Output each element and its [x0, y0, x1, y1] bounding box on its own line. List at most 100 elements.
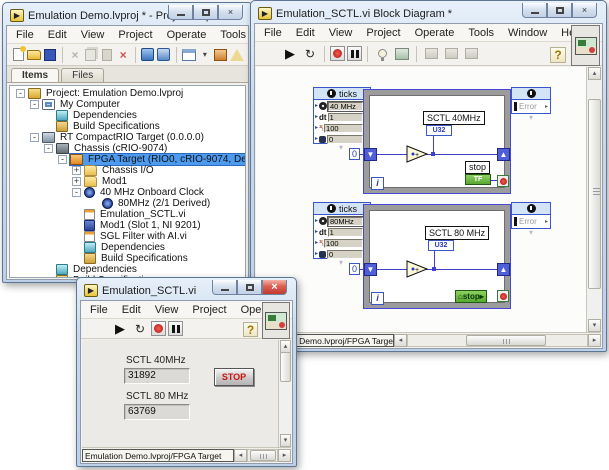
- tree-item-my-computer[interactable]: -My Computer: [10, 99, 245, 110]
- vertical-scrollbar[interactable]: ▴ ▾: [278, 340, 291, 447]
- menu-operate[interactable]: Operate: [160, 27, 214, 42]
- scroll-down-button[interactable]: ▾: [588, 319, 601, 332]
- menu-file[interactable]: File: [83, 302, 115, 317]
- delete-icon[interactable]: ×: [116, 46, 130, 63]
- tree-item-80mhz-derived[interactable]: 80MHz (2/1 Derived): [10, 198, 245, 209]
- clock-select-value[interactable]: 80MHz: [328, 217, 363, 226]
- indicator-value-80mhz[interactable]: 63769: [124, 404, 190, 420]
- menu-view[interactable]: View: [322, 25, 360, 40]
- block-diagram-canvas[interactable]: ticks ▸40 MHz ▸dt1 ▸³²₁100 ▸0 ▾ 0 ▼ ▲: [256, 67, 601, 332]
- abort-execution-icon[interactable]: [151, 321, 166, 336]
- offset-value[interactable]: 0: [327, 250, 363, 259]
- project-explorer-titlebar[interactable]: ▶ Emulation Demo.lvproj * - Project Expl…: [6, 6, 249, 25]
- vi-icon[interactable]: [262, 302, 290, 339]
- step-over-icon[interactable]: [442, 45, 460, 62]
- close-button[interactable]: ×: [262, 280, 287, 295]
- shift-register-right[interactable]: ▲: [497, 148, 510, 161]
- properties-icon[interactable]: [214, 46, 228, 63]
- tree-item-build-specifications[interactable]: Build Specifications: [10, 121, 245, 132]
- cut-icon[interactable]: ×: [68, 46, 82, 63]
- run-continuously-icon[interactable]: ↻: [301, 45, 319, 62]
- increment-node[interactable]: +: [406, 260, 428, 278]
- vertical-scrollbar[interactable]: ▴ ▾: [586, 67, 601, 332]
- loop-condition-terminal[interactable]: [497, 290, 509, 302]
- tree-item-mod1-folder[interactable]: +Mod1: [10, 176, 245, 187]
- shift-register-left[interactable]: ▼: [364, 148, 377, 161]
- scroll-right-button[interactable]: ▸: [278, 449, 291, 462]
- vertical-scroll-thumb[interactable]: [280, 352, 291, 382]
- run-icon[interactable]: ▶: [281, 45, 299, 62]
- stop-boolean-terminal[interactable]: TF: [465, 174, 491, 185]
- increment-node[interactable]: +: [406, 145, 428, 163]
- tree-item-project[interactable]: -Project: Emulation Demo.lvproj: [10, 88, 245, 99]
- copy-icon[interactable]: [84, 46, 98, 63]
- run-continuously-icon[interactable]: ↻: [131, 320, 149, 337]
- tree-item-dependencies[interactable]: Dependencies: [10, 110, 245, 121]
- block-diagram-titlebar[interactable]: ▶ Emulation_SCTL.vi Block Diagram * ×: [254, 4, 603, 23]
- tree-item-mod1-slot1[interactable]: Mod1 (Slot 1, NI 9201): [10, 220, 245, 231]
- pause-icon[interactable]: [347, 46, 362, 61]
- loop-condition-terminal[interactable]: [497, 175, 509, 187]
- menu-window[interactable]: Window: [501, 25, 554, 40]
- scroll-down-button[interactable]: ▾: [280, 434, 291, 447]
- horizontal-scroll-thumb[interactable]: [466, 335, 546, 346]
- menu-edit[interactable]: Edit: [115, 302, 148, 317]
- menu-file[interactable]: File: [257, 25, 289, 40]
- sctl-loop-border[interactable]: [363, 204, 511, 309]
- vi-icon[interactable]: [571, 25, 600, 66]
- scroll-left-button[interactable]: ◂: [234, 449, 247, 462]
- scroll-left-button[interactable]: ◂: [394, 334, 407, 347]
- resolve-conflicts-icon[interactable]: [141, 46, 155, 63]
- priority-value[interactable]: 100: [324, 124, 363, 133]
- init-constant[interactable]: 0: [349, 263, 360, 275]
- run-icon[interactable]: ▶: [111, 320, 129, 337]
- dt-value[interactable]: 1: [328, 228, 363, 237]
- horizontal-scroll-thumb[interactable]: [250, 450, 276, 461]
- u32-indicator-terminal[interactable]: U32: [428, 240, 454, 251]
- close-button[interactable]: ×: [218, 5, 243, 20]
- step-out-icon[interactable]: [462, 45, 480, 62]
- close-button[interactable]: ×: [572, 3, 597, 18]
- u32-indicator-terminal[interactable]: U32: [426, 125, 452, 136]
- new-vi-icon[interactable]: [11, 46, 25, 63]
- horizontal-scrollbar[interactable]: [247, 449, 278, 462]
- dt-value[interactable]: 1: [328, 113, 363, 122]
- iteration-terminal[interactable]: i: [371, 292, 384, 305]
- highlight-execution-icon[interactable]: [373, 45, 391, 62]
- tree-item-fpga-dependencies[interactable]: Dependencies: [10, 242, 245, 253]
- maximize-button[interactable]: [237, 280, 262, 295]
- menu-tools[interactable]: Tools: [213, 27, 249, 42]
- vertical-scroll-thumb[interactable]: [588, 99, 601, 289]
- menu-operate[interactable]: Operate: [408, 25, 462, 40]
- menu-project[interactable]: Project: [359, 25, 407, 40]
- maximize-button[interactable]: [547, 3, 572, 18]
- settings-dropdown-icon[interactable]: ▾: [198, 46, 212, 63]
- menu-tools[interactable]: Tools: [461, 25, 501, 40]
- pause-icon[interactable]: [168, 321, 183, 336]
- menu-view[interactable]: View: [74, 27, 112, 42]
- step-into-icon[interactable]: [422, 45, 440, 62]
- context-help-icon[interactable]: ?: [550, 47, 566, 63]
- abort-execution-icon[interactable]: [330, 46, 345, 61]
- indicator-label[interactable]: SCTL 40MHz: [423, 111, 485, 125]
- iteration-terminal[interactable]: i: [371, 177, 384, 190]
- indicator-value-40mhz[interactable]: 31892: [124, 368, 190, 384]
- front-panel-titlebar[interactable]: ▶ Emulation_SCTL.vi ×: [80, 281, 293, 300]
- tree-item-fpga-target[interactable]: -FPGA Target (RIO0, cRIO-9074, Dev Compu…: [10, 154, 245, 165]
- context-help-icon[interactable]: ?: [243, 322, 258, 337]
- tree-item-chassis[interactable]: -Chassis (cRIO-9074): [10, 143, 245, 154]
- stop-button[interactable]: STOP: [214, 368, 254, 386]
- error-output-node-40mhz[interactable]: Error▸: [511, 87, 551, 114]
- init-constant[interactable]: 0: [349, 148, 360, 160]
- minimize-button[interactable]: [212, 280, 237, 295]
- clock-select-value[interactable]: 40 MHz: [328, 102, 363, 111]
- tree-item-40mhz-clock[interactable]: -40 MHz Onboard Clock: [10, 187, 245, 198]
- menu-project[interactable]: Project: [111, 27, 159, 42]
- tree-item-rt-dependencies[interactable]: Dependencies: [10, 264, 245, 275]
- menu-edit[interactable]: Edit: [41, 27, 74, 42]
- menu-file[interactable]: File: [9, 27, 41, 42]
- tab-items[interactable]: Items: [11, 68, 59, 82]
- maximize-button[interactable]: [193, 5, 218, 20]
- tree-item-emulation-sctl-vi[interactable]: Emulation_SCTL.vi: [10, 209, 245, 220]
- menu-project[interactable]: Project: [185, 302, 233, 317]
